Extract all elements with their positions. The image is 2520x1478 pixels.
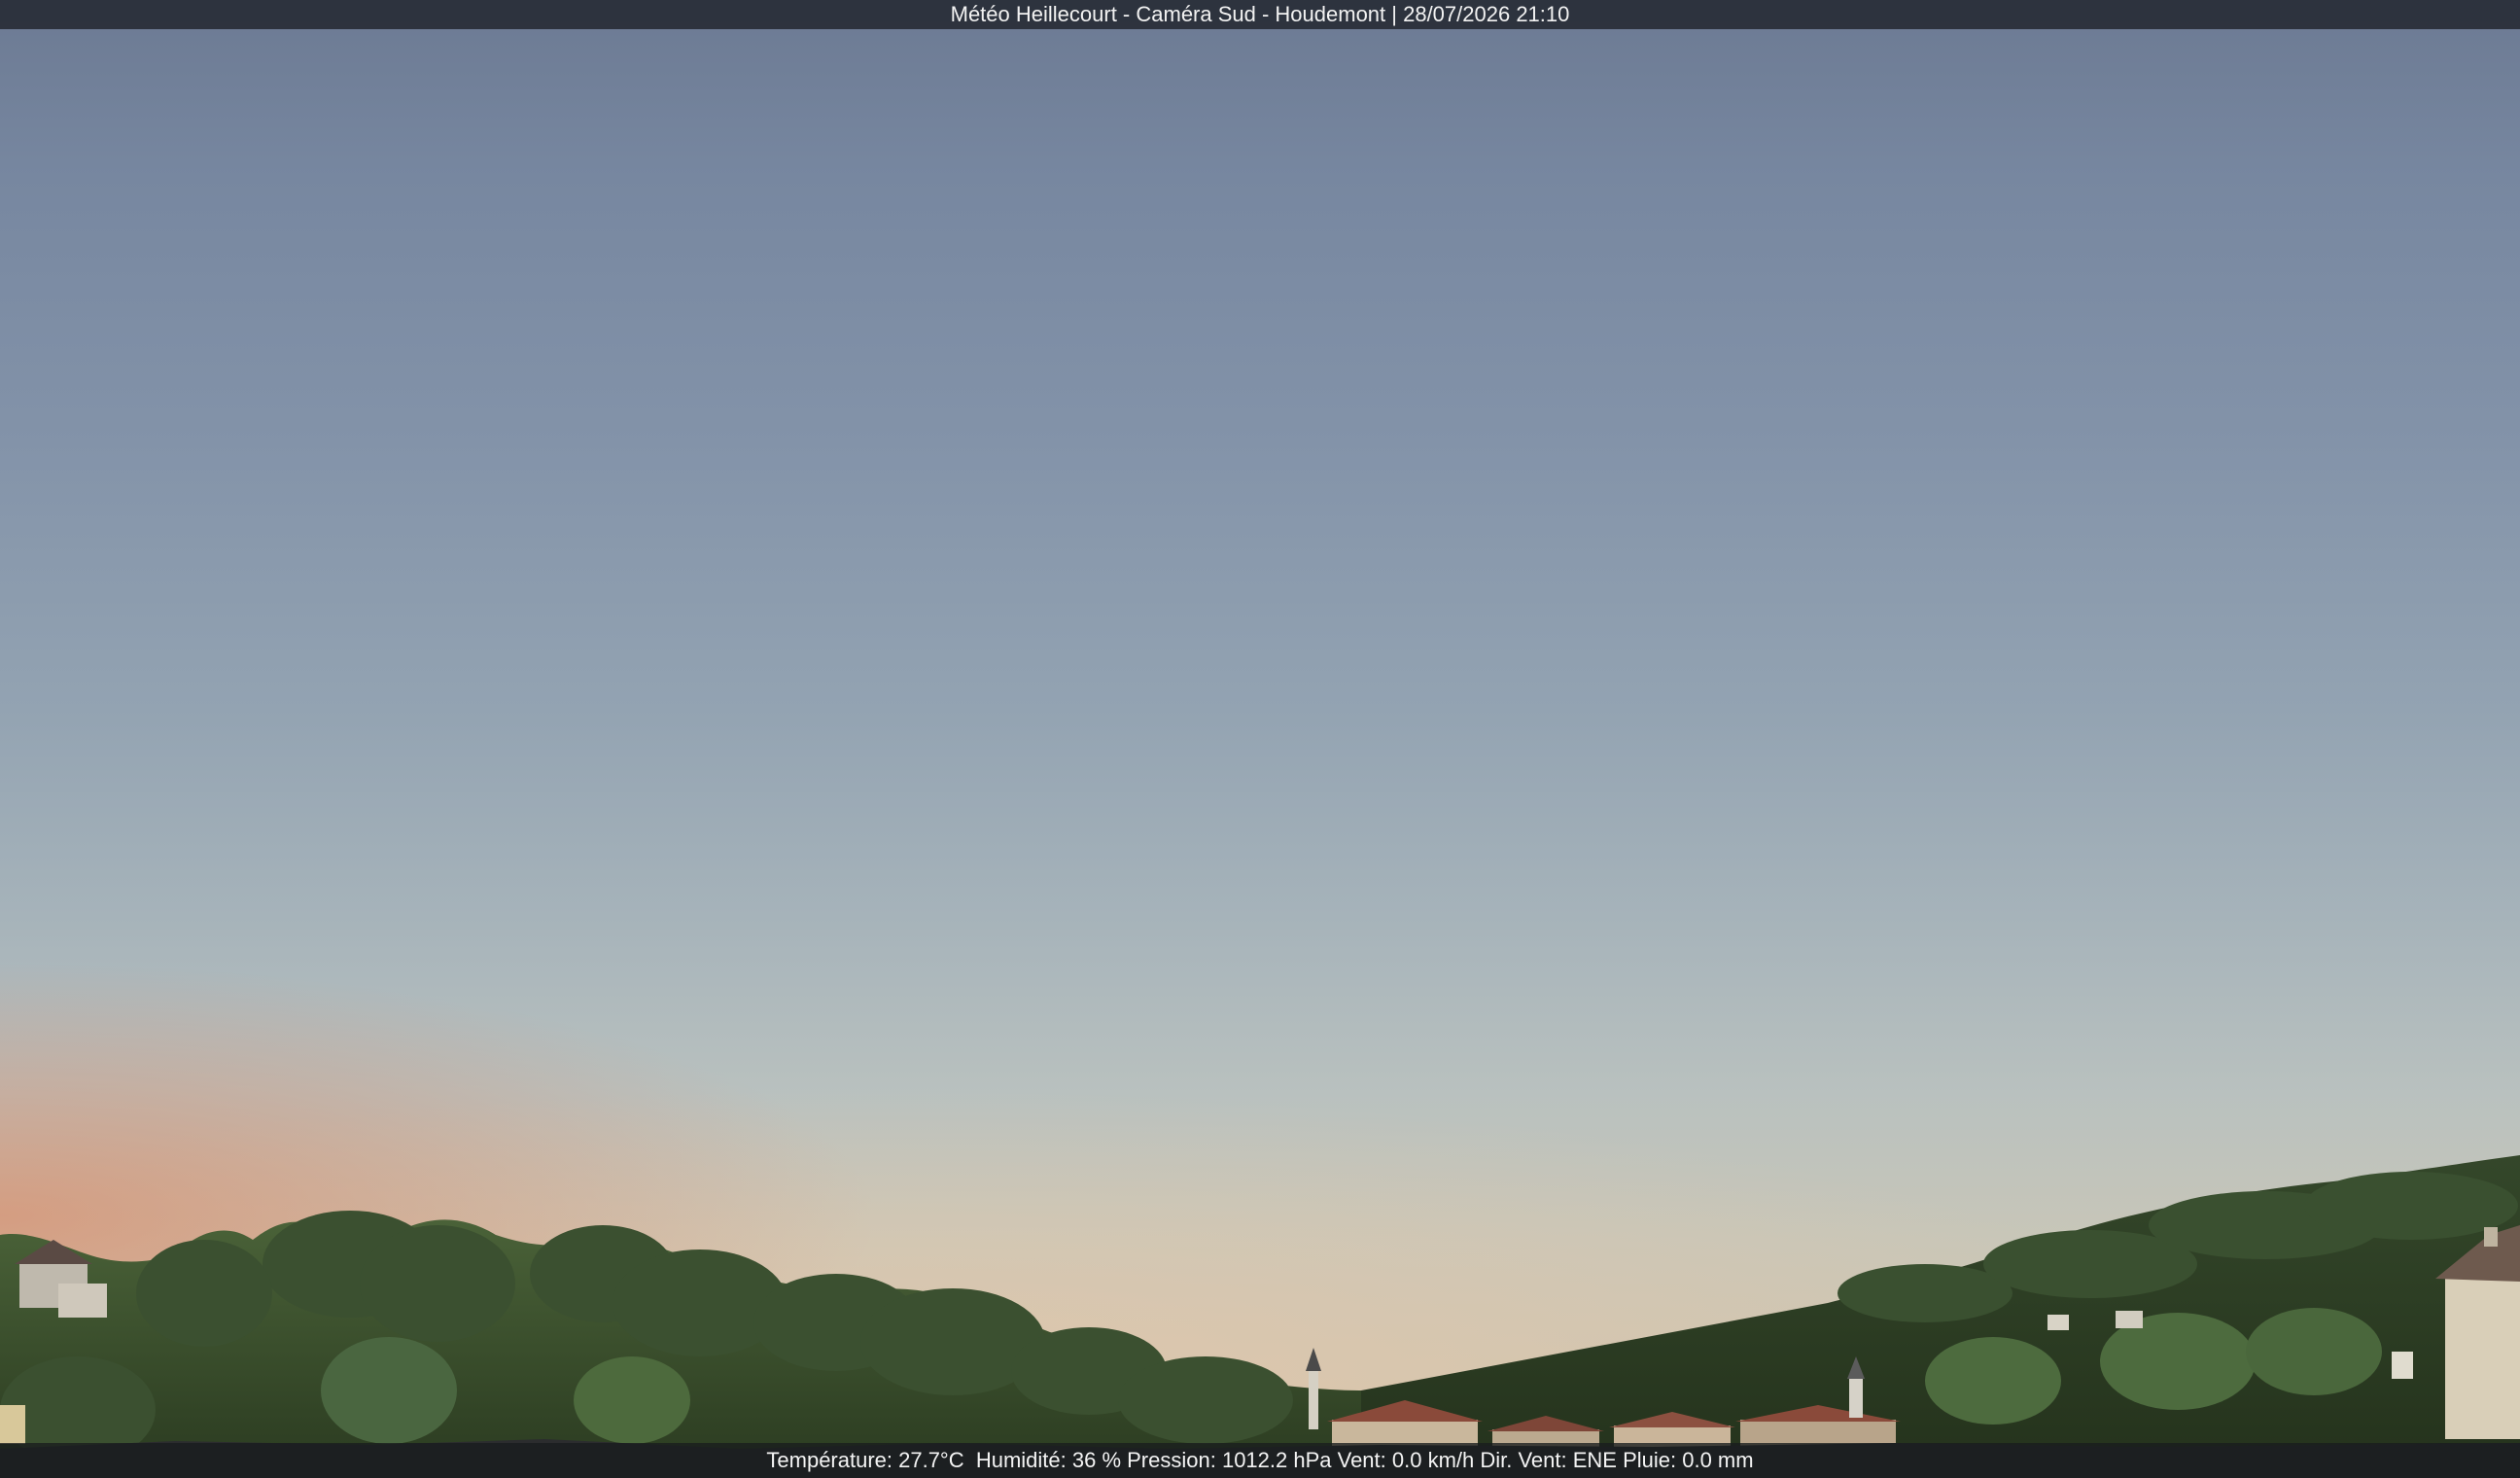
camera-caption: Météo Heillecourt - Caméra Sud - Houdemo… [950,2,1570,26]
landscape [0,1155,2520,1478]
weather-readout: Température: 27.7°C Humidité: 36 % Press… [766,1448,1754,1472]
weather-overlay: Température: 27.7°C Humidité: 36 % Press… [0,1443,2520,1478]
webcam-frame: Météo Heillecourt - Caméra Sud - Houdemo… [0,0,2520,1478]
caption-bar: Météo Heillecourt - Caméra Sud - Houdemo… [0,0,2520,29]
